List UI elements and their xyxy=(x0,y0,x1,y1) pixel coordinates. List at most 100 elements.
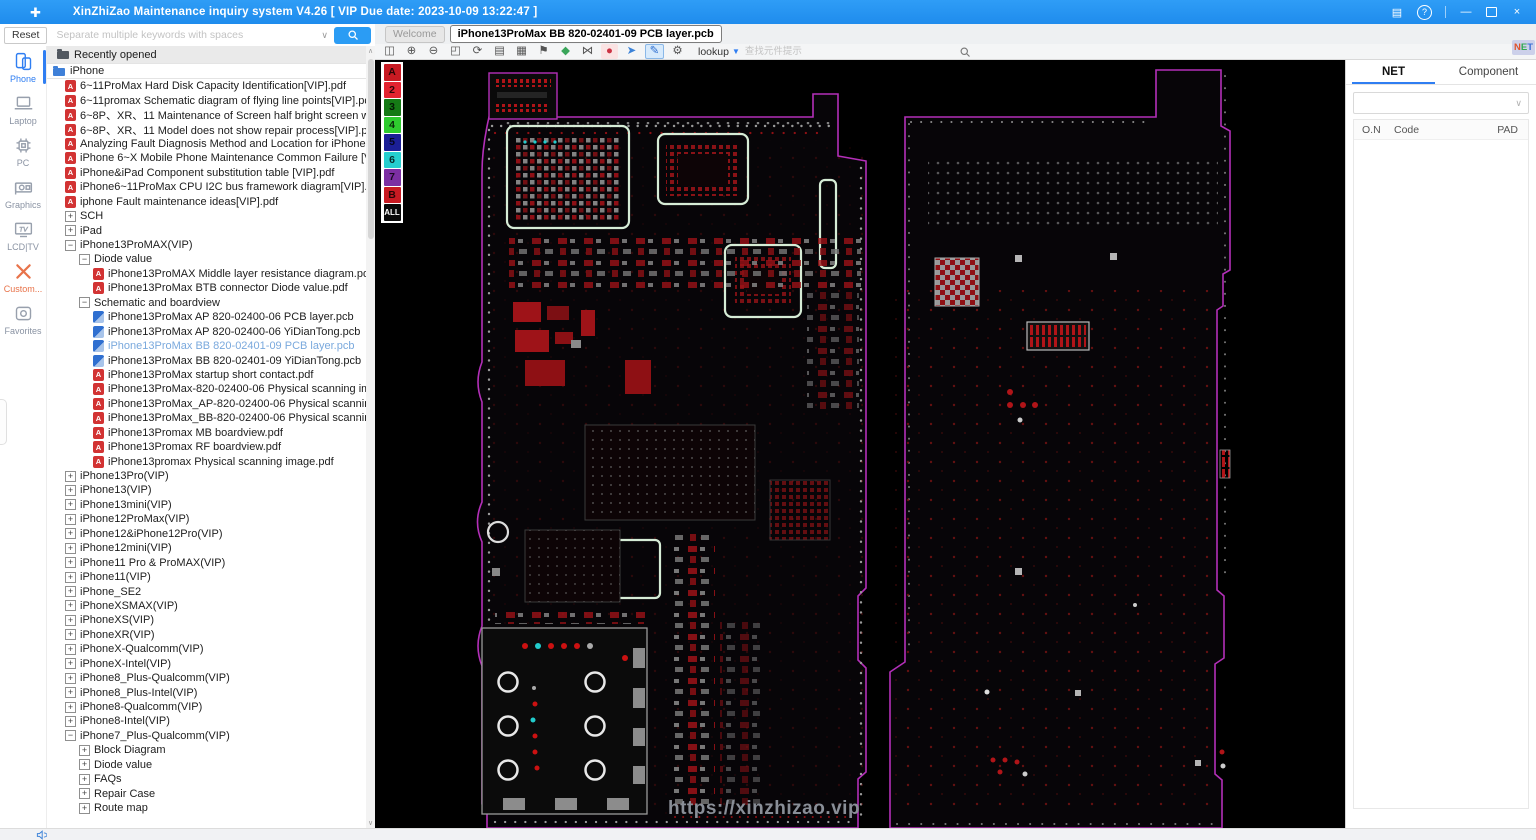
diamond-layer-icon[interactable]: ◆ xyxy=(557,44,574,59)
component-search-icon[interactable] xyxy=(959,46,971,58)
chevron-down-icon[interactable]: ▼ xyxy=(732,47,740,56)
panel-collapse-icon[interactable]: ‹ xyxy=(356,412,359,422)
tree-item[interactable]: AiPhone13ProMax-820-02400-06 Physical sc… xyxy=(47,382,375,396)
expand-icon[interactable]: + xyxy=(65,586,76,598)
expand-icon[interactable]: + xyxy=(65,600,76,612)
tree-item[interactable]: + iPhone13Pro(VIP) xyxy=(47,469,375,483)
tree-item[interactable]: AiPhone 6~X Mobile Phone Maintenance Com… xyxy=(47,151,375,165)
help-icon[interactable]: ? xyxy=(1417,4,1432,20)
collapse-icon[interactable]: − xyxy=(79,297,90,309)
tree-item[interactable]: − Schematic and boardview xyxy=(47,296,375,310)
screenshot-icon[interactable]: ▤ xyxy=(1390,6,1404,19)
tree-item[interactable]: AiPhone13ProMAX Middle layer resistance … xyxy=(47,267,375,281)
mouse-settings-icon[interactable]: ⚙ xyxy=(669,44,686,59)
tree-item[interactable]: iPhone xyxy=(47,63,375,79)
tree-item[interactable]: iPhone13ProMax BB 820-02401-09 YiDianTon… xyxy=(47,353,375,367)
sidebar-item-pc[interactable]: PC xyxy=(0,130,46,172)
announcement-speaker-icon[interactable] xyxy=(36,829,47,840)
tree-item[interactable]: + iPad xyxy=(47,223,375,237)
scroll-up-icon[interactable]: ∧ xyxy=(366,47,375,55)
zoom-in-icon[interactable]: ⊕ xyxy=(403,44,420,59)
layer-swatch-4[interactable]: 4 xyxy=(383,116,401,133)
tree-item[interactable]: + iPhone12ProMax(VIP) xyxy=(47,512,375,526)
tree-item[interactable]: + iPhoneX-Intel(VIP) xyxy=(47,657,375,671)
tree-item[interactable]: AiPhone6~11ProMax CPU I2C bus framework … xyxy=(47,180,375,194)
tree-item[interactable]: Aiphone Fault maintenance ideas[VIP].pdf xyxy=(47,195,375,209)
component-lookup-input[interactable] xyxy=(742,45,897,58)
reset-button[interactable]: Reset xyxy=(4,26,48,44)
expand-icon[interactable]: + xyxy=(65,499,76,511)
tree-item[interactable]: AiPhone13ProMax_AP-820-02400-06 Physical… xyxy=(47,397,375,411)
layer-swatch-a[interactable]: A xyxy=(383,64,401,81)
tree-item[interactable]: A 6~11promax Schematic diagram of flying … xyxy=(47,93,375,107)
chevron-down-icon[interactable]: ∨ xyxy=(321,30,328,41)
tree-header-recently-opened[interactable]: Recently opened xyxy=(47,46,375,63)
scrollbar-thumb[interactable] xyxy=(367,59,374,239)
tree-item[interactable]: + iPhone11 Pro & ProMAX(VIP) xyxy=(47,555,375,569)
tree-item[interactable]: + iPhone13(VIP) xyxy=(47,483,375,497)
tree-item[interactable]: + Repair Case xyxy=(47,786,375,800)
tree-item[interactable]: A 6~11ProMax Hard Disk Capacity Identific… xyxy=(47,79,375,93)
pcb-canvas[interactable]: A 2 3 4 5 6 7 B ALL https://xinzhizao.vi… xyxy=(375,60,1345,828)
expand-icon[interactable]: + xyxy=(79,802,90,814)
sidebar-item-laptop[interactable]: Laptop xyxy=(0,88,46,130)
layer-swatch-all[interactable]: ALL xyxy=(383,204,401,221)
layer-swatch-7[interactable]: 7 xyxy=(383,169,401,186)
tree-item[interactable]: + iPhone8_Plus-Qualcomm(VIP) xyxy=(47,671,375,685)
expand-icon[interactable]: + xyxy=(79,744,90,756)
tree-item[interactable]: iPhone13ProMax AP 820-02400-06 YiDianTon… xyxy=(47,324,375,338)
lookup-dropdown[interactable]: lookup xyxy=(698,46,729,58)
tab-pcb-file[interactable]: iPhone13ProMax BB 820-02401-09 PCB layer… xyxy=(449,25,722,43)
tree-item[interactable]: AiPhone13Promax MB boardview.pdf xyxy=(47,426,375,440)
maximize-icon[interactable] xyxy=(1486,7,1497,17)
layer-swatch-2[interactable]: 2 xyxy=(383,81,401,98)
sidebar-item-graphics[interactable]: Graphics xyxy=(0,172,46,214)
layer-swatch-3[interactable]: 3 xyxy=(383,99,401,116)
tree-item[interactable]: + iPhone8-Qualcomm(VIP) xyxy=(47,700,375,714)
expand-icon[interactable]: + xyxy=(65,658,76,670)
layer-swatch-b[interactable]: B xyxy=(383,186,401,203)
expand-icon[interactable]: + xyxy=(65,484,76,496)
collapse-icon[interactable]: − xyxy=(65,239,76,251)
edge-handle[interactable] xyxy=(0,399,7,445)
tree-item[interactable]: AiPhone13ProMax BTB connector Diode valu… xyxy=(47,281,375,295)
keyword-search-input[interactable] xyxy=(54,28,316,42)
expand-icon[interactable]: + xyxy=(65,672,76,684)
tree-item[interactable]: A 6~8P、XR、11 Model does not show repair p… xyxy=(47,122,375,137)
sidebar-item-phone[interactable]: Phone xyxy=(0,46,46,88)
copy-board-icon[interactable]: ▤ xyxy=(491,44,508,59)
probe-icon[interactable]: ⚑ xyxy=(535,44,552,59)
collapse-icon[interactable]: − xyxy=(79,253,90,265)
expand-icon[interactable]: + xyxy=(65,687,76,699)
tree-item[interactable]: + FAQs xyxy=(47,772,375,786)
sidebar-item-custom[interactable]: Custom... xyxy=(0,256,46,298)
expand-icon[interactable]: + xyxy=(65,542,76,554)
tree-item[interactable]: + iPhone8_Plus-Intel(VIP) xyxy=(47,685,375,699)
expand-icon[interactable]: + xyxy=(65,715,76,727)
expand-icon[interactable]: + xyxy=(65,557,76,569)
tree-item[interactable]: + Block Diagram xyxy=(47,743,375,757)
tree-item[interactable]: + iPhone13mini(VIP) xyxy=(47,498,375,512)
close-icon[interactable]: × xyxy=(1510,6,1524,18)
tree-item[interactable]: + iPhoneXS(VIP) xyxy=(47,613,375,627)
tree-item[interactable]: + iPhone8-Intel(VIP) xyxy=(47,714,375,728)
collapse-icon[interactable]: − xyxy=(65,730,76,742)
expand-icon[interactable]: + xyxy=(79,759,90,771)
expand-icon[interactable]: + xyxy=(65,470,76,482)
tree-item[interactable]: − Diode value xyxy=(47,252,375,266)
layer-swatch-6[interactable]: 6 xyxy=(383,151,401,168)
highlight-net-icon[interactable]: ● xyxy=(601,44,618,59)
expand-icon[interactable]: + xyxy=(79,788,90,800)
tree-item[interactable]: + iPhone11(VIP) xyxy=(47,570,375,584)
tree-item[interactable]: − iPhone7_Plus-Qualcomm(VIP) xyxy=(47,729,375,743)
tree-item[interactable]: iPhone13ProMax BB 820-02401-09 PCB layer… xyxy=(47,339,375,353)
tree-item[interactable]: + Route map xyxy=(47,801,375,815)
expand-icon[interactable]: + xyxy=(65,701,76,713)
expand-icon[interactable]: + xyxy=(65,210,76,222)
tab-welcome[interactable]: Welcome xyxy=(385,25,445,43)
tree-item[interactable]: AiPhone13Promax RF boardview.pdf xyxy=(47,440,375,454)
expand-icon[interactable]: + xyxy=(65,571,76,583)
tree-item[interactable]: + iPhoneX-Qualcomm(VIP) xyxy=(47,642,375,656)
paste-board-icon[interactable]: ▦ xyxy=(513,44,530,59)
expand-icon[interactable]: + xyxy=(65,513,76,525)
